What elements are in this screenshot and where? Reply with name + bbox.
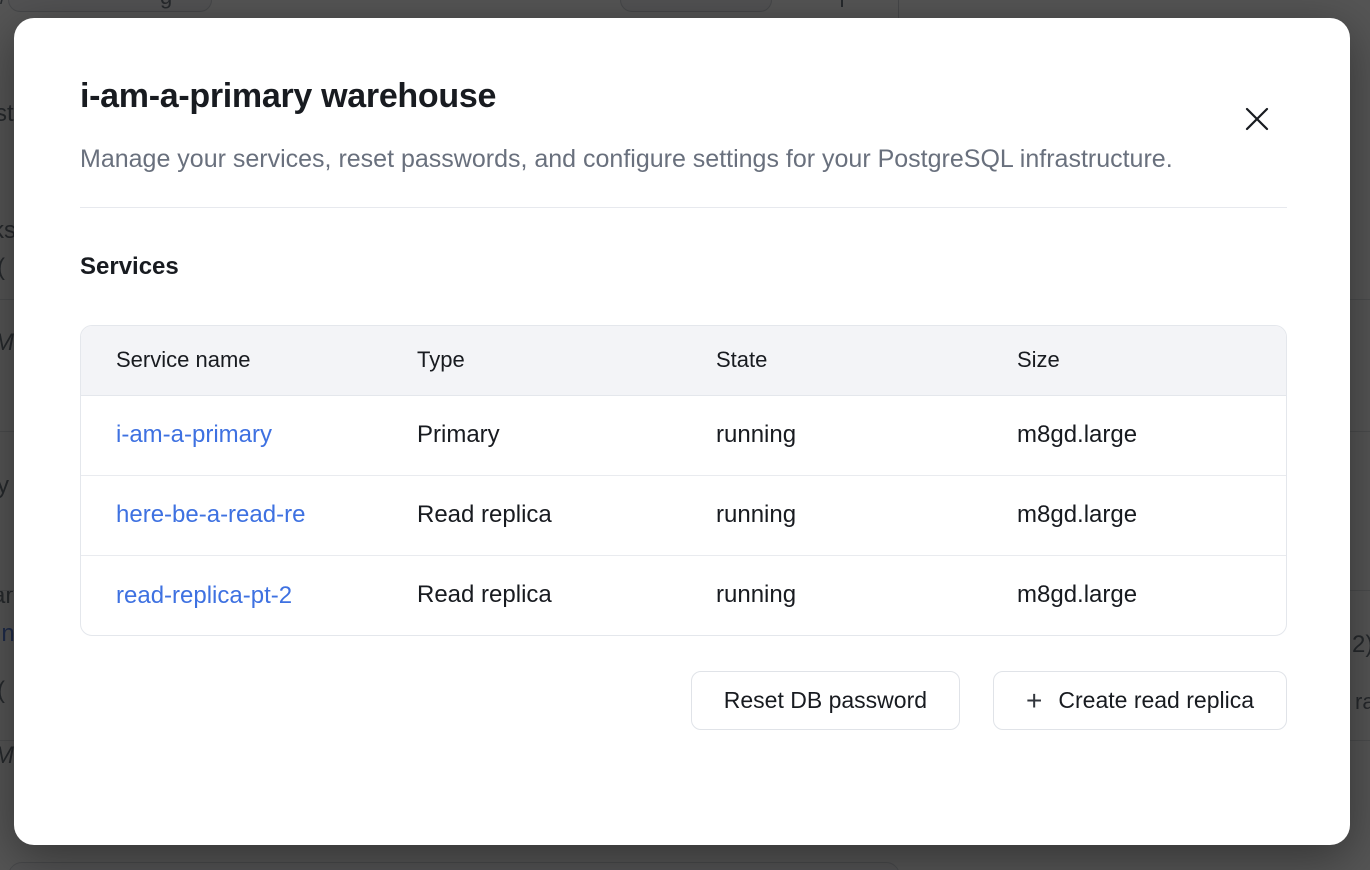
column-header-service-name: Service name [81, 326, 382, 395]
service-type-cell: Read replica [382, 555, 681, 635]
modal-title: i-am-a-primary warehouse [80, 76, 1287, 116]
create-read-replica-button[interactable]: + Create read replica [993, 671, 1287, 730]
table-row: read-replica-pt-2 Read replica running m… [81, 555, 1286, 635]
service-type-cell: Read replica [382, 475, 681, 555]
service-type-cell: Primary [382, 395, 681, 475]
table-header-row: Service name Type State Size [81, 326, 1286, 395]
close-icon [1244, 106, 1270, 132]
column-header-state: State [681, 326, 982, 395]
reset-db-password-label: Reset DB password [724, 687, 927, 714]
service-name-link[interactable]: i-am-a-primary [116, 421, 272, 449]
service-size-cell: m8gd.large [982, 475, 1286, 555]
services-table: Service name Type State Size i-am-a-prim… [80, 325, 1287, 636]
service-state-cell: running [681, 475, 982, 555]
divider [80, 207, 1287, 208]
service-name-link[interactable]: read-replica-pt-2 [116, 582, 292, 610]
service-size-cell: m8gd.large [982, 555, 1286, 635]
column-header-type: Type [382, 326, 681, 395]
modal-description: Manage your services, reset passwords, a… [80, 138, 1230, 181]
service-size-cell: m8gd.large [982, 395, 1286, 475]
table-row: here-be-a-read-re Read replica running m… [81, 475, 1286, 555]
service-state-cell: running [681, 555, 982, 635]
create-read-replica-label: Create read replica [1058, 687, 1254, 714]
warehouse-modal: i-am-a-primary warehouse Manage your ser… [14, 18, 1350, 845]
reset-db-password-button[interactable]: Reset DB password [691, 671, 960, 730]
close-button[interactable] [1242, 104, 1272, 134]
service-name-link[interactable]: here-be-a-read-re [116, 501, 305, 529]
modal-actions: Reset DB password + Create read replica [80, 671, 1287, 730]
table-row: i-am-a-primary Primary running m8gd.larg… [81, 395, 1286, 475]
service-state-cell: running [681, 395, 982, 475]
services-heading: Services [80, 252, 1287, 282]
column-header-size: Size [982, 326, 1286, 395]
plus-icon: + [1026, 687, 1042, 715]
